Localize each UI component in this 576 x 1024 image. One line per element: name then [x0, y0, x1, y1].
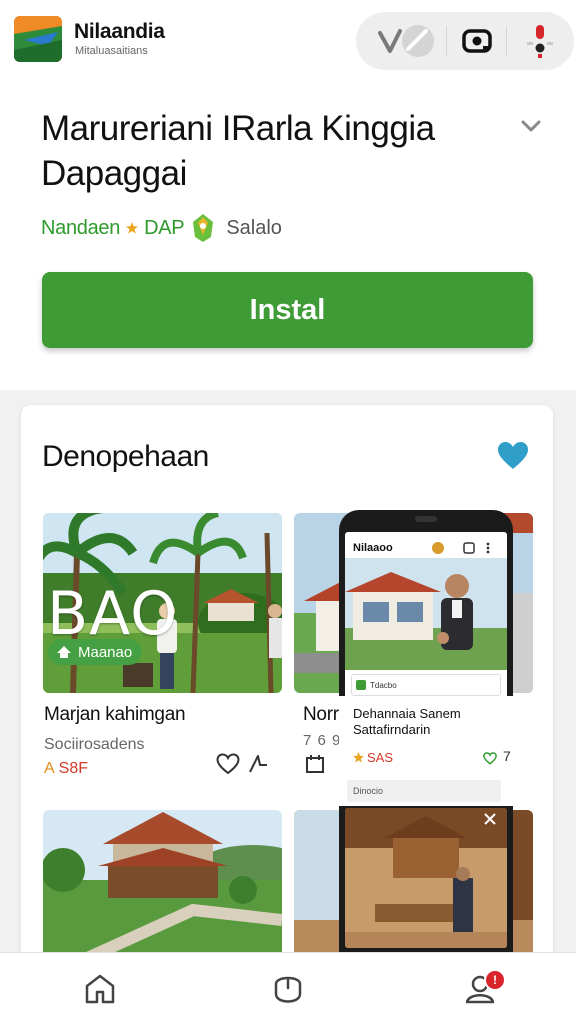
phone-chip-label: Tdacbo	[370, 680, 397, 690]
phone-bottom-image	[345, 808, 507, 948]
phone-menu-icon	[486, 542, 490, 554]
app-hero: Marureriani IRarla Kinggia Dapaggai Nand…	[0, 84, 576, 390]
nav-profile[interactable]: !	[458, 965, 506, 1013]
location-chip-label: Maanao	[78, 643, 133, 661]
phone-mockup: Nilaaoo Tdacbo Dehannaia Sanem Sattafirn…	[339, 510, 513, 1024]
verified-badge-icon	[193, 214, 214, 242]
developer-name[interactable]: Nandaen	[41, 217, 120, 240]
app-title-line-2: Dapaggai	[41, 154, 187, 193]
item-thumbnail[interactable]	[43, 810, 282, 960]
share-button[interactable]	[245, 751, 271, 777]
app-header: Nilaandia Mitaluasaitians	[0, 0, 576, 84]
divider	[506, 26, 507, 56]
check-tag-icon	[378, 25, 434, 57]
expand-button[interactable]	[516, 114, 546, 138]
app-title: Marureriani IRarla Kinggia Dapaggai	[41, 106, 491, 196]
calendar-icon	[306, 755, 324, 773]
calendar-button[interactable]	[304, 753, 326, 775]
item-thumbnail[interactable]: BAO Maanao	[43, 513, 282, 693]
phone-preview-image	[345, 558, 507, 670]
divider	[446, 26, 447, 56]
phone-green-icon	[356, 680, 366, 690]
price-prefix: A	[44, 760, 55, 777]
phone-caption-line-2: Sattafirndarin	[353, 722, 431, 737]
check-tag-button[interactable]	[370, 19, 442, 63]
section-title: Denopehaan	[42, 440, 209, 473]
heart-outline-icon[interactable]	[483, 752, 497, 765]
install-button[interactable]: Instal	[42, 272, 533, 348]
item-price: A S8F	[44, 760, 88, 778]
app-title-line-1: Marureriani IRarla Kinggia	[41, 109, 435, 148]
heart-icon[interactable]	[497, 441, 529, 471]
mouse-icon	[274, 976, 302, 1003]
phone-price: SAS	[353, 750, 393, 765]
alert-icon	[527, 25, 553, 58]
alert-button[interactable]	[512, 19, 568, 63]
phone-screen: Nilaaoo Tdacbo	[345, 532, 507, 704]
phone-speaker	[415, 516, 437, 522]
phone-caption-line-1: Dehannaia Sanem	[353, 706, 461, 721]
developer-tag: DAP	[144, 216, 185, 239]
nav-home[interactable]	[76, 965, 124, 1013]
star-icon	[126, 222, 139, 234]
heart-outline-icon	[216, 753, 240, 775]
category-label: Salalo	[226, 216, 282, 239]
camera-button[interactable]	[452, 19, 502, 63]
home-icon	[85, 974, 115, 1004]
notification-badge: !	[484, 969, 506, 991]
like-button[interactable]	[215, 751, 241, 777]
item-subtitle: Sociirosadens	[44, 736, 145, 753]
star-icon	[353, 752, 364, 763]
item-title[interactable]: Marjan kahimgan	[44, 704, 186, 726]
chevron-down-icon	[521, 120, 541, 132]
brand-subtitle: Mitaluasaitians	[75, 45, 148, 57]
nav-explore[interactable]	[264, 965, 312, 1013]
price-value: S8F	[58, 760, 89, 777]
phone-count: 7	[503, 748, 511, 764]
developer-row: Nandaen DAP Salalo	[41, 208, 282, 248]
brand-name: Nilaandia	[74, 20, 165, 43]
app-logo	[14, 16, 62, 62]
item-title[interactable]: Norr	[303, 704, 339, 726]
location-chip[interactable]: Maanao	[48, 639, 143, 665]
camera-icon	[462, 29, 492, 53]
phone-price-value: SAS	[367, 750, 394, 765]
phone-action-icon	[463, 542, 475, 554]
phone-preview-bar: Tdacbo	[351, 674, 501, 696]
home-small-icon	[57, 646, 71, 658]
header-actions	[356, 12, 574, 70]
bottom-navigation: !	[0, 952, 576, 1024]
close-icon[interactable]	[483, 812, 497, 826]
share-icon	[249, 755, 267, 773]
phone-input-field[interactable]: Dinocio	[347, 780, 501, 802]
phone-badge-icon	[432, 542, 444, 554]
phone-brand: Nilaaoo	[353, 542, 393, 554]
phone-caption: Dehannaia Sanem Sattafirndarin SAS 7 Din…	[339, 696, 513, 806]
